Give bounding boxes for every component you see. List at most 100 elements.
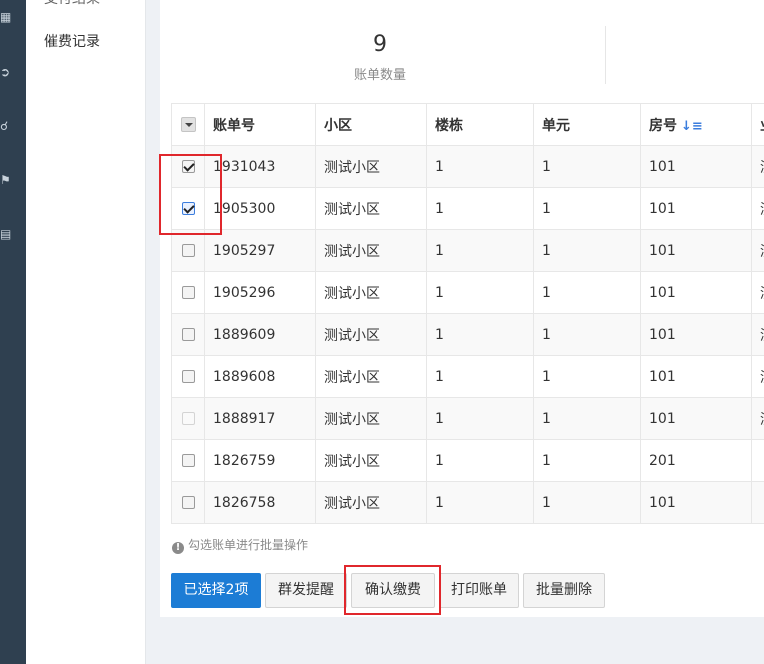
- cell-community: 测试小区: [315, 187, 427, 230]
- submenu: 支付结果 催费记录: [26, 0, 146, 664]
- submenu-item-reminder-records[interactable]: 催费记录: [44, 31, 100, 51]
- cell-bill-no: 1826758: [204, 481, 316, 524]
- selected-count-button[interactable]: 已选择2项: [171, 573, 261, 608]
- header-bill-no[interactable]: 账单号: [204, 103, 316, 146]
- table-row[interactable]: 1931043 测试小区 1 1 101 测: [171, 145, 764, 188]
- cell-community: 测试小区: [315, 313, 427, 356]
- grid-icon[interactable]: ▦: [0, 10, 14, 24]
- cell-building: 1: [426, 271, 534, 314]
- header-community[interactable]: 小区: [315, 103, 427, 146]
- header-more[interactable]: 业: [751, 103, 764, 146]
- cell-community: 测试小区: [315, 397, 427, 440]
- cell-community: 测试小区: [315, 481, 427, 524]
- table-row[interactable]: 1905297 测试小区 1 1 101 测: [171, 229, 764, 272]
- info-icon: !: [172, 542, 184, 554]
- cell-building: 1: [426, 229, 534, 272]
- cell-unit: 1: [533, 187, 641, 230]
- header-building[interactable]: 楼栋: [426, 103, 534, 146]
- row-checkbox-cell: [171, 481, 205, 524]
- cell-room: 101: [640, 187, 752, 230]
- cell-building: 1: [426, 313, 534, 356]
- row-checkbox-cell: [171, 187, 205, 230]
- icon-rail: ▦ ➲ ☌ ⚑ ▤: [0, 0, 26, 664]
- header-room[interactable]: 房号 ↓≡: [640, 103, 752, 146]
- cell-community: 测试小区: [315, 229, 427, 272]
- submenu-item-payment-result[interactable]: 支付结果: [44, 0, 100, 8]
- batch-hint: ! 勾选账单进行批量操作: [172, 536, 308, 554]
- select-all-cell: [171, 103, 205, 146]
- print-bill-button[interactable]: 打印账单: [439, 573, 519, 608]
- table-row[interactable]: 1888917 测试小区 1 1 101 测: [171, 397, 764, 440]
- cell-building: 1: [426, 397, 534, 440]
- table-header-row: 账单号 小区 楼栋 单元 房号 ↓≡ 业: [171, 103, 764, 146]
- cell-more: 测: [751, 397, 764, 440]
- cell-more: 测: [751, 313, 764, 356]
- cell-community: 测试小区: [315, 145, 427, 188]
- cell-unit: 1: [533, 145, 641, 188]
- cell-building: 1: [426, 145, 534, 188]
- cell-building: 1: [426, 187, 534, 230]
- cell-unit: 1: [533, 439, 641, 482]
- row-checkbox: [181, 412, 195, 425]
- cell-unit: 1: [533, 481, 641, 524]
- cell-room: 101: [640, 397, 752, 440]
- cell-bill-no: 1826759: [204, 439, 316, 482]
- cell-more: [751, 439, 764, 482]
- share-icon[interactable]: ☌: [0, 119, 14, 133]
- cell-unit: 1: [533, 355, 641, 398]
- row-checkbox-cell: [171, 229, 205, 272]
- table-row[interactable]: 1826759 测试小区 1 1 201: [171, 439, 764, 482]
- cell-more: 测: [751, 271, 764, 314]
- row-checkbox[interactable]: [181, 328, 195, 341]
- bill-table: 账单号 小区 楼栋 单元 房号 ↓≡ 业 1931043 测试小区 1 1 101…: [171, 103, 764, 524]
- cell-community: 测试小区: [315, 355, 427, 398]
- main-content: 9 账单数量 账单号 小区 楼栋 单元 房号 ↓≡ 业: [160, 0, 764, 617]
- table-row[interactable]: 1826758 测试小区 1 1 101: [171, 481, 764, 524]
- cell-community: 测试小区: [315, 271, 427, 314]
- row-checkbox-cell: [171, 145, 205, 188]
- bill-count-card: 9 账单数量: [160, 26, 606, 84]
- confirm-payment-button[interactable]: 确认缴费: [351, 573, 435, 608]
- table-row[interactable]: 1889608 测试小区 1 1 101 测: [171, 355, 764, 398]
- bank-icon[interactable]: ⚑: [0, 173, 14, 187]
- table-row[interactable]: 1905296 测试小区 1 1 101 测: [171, 271, 764, 314]
- row-checkbox-cell: [171, 439, 205, 482]
- cell-building: 1: [426, 439, 534, 482]
- row-checkbox-cell: [171, 355, 205, 398]
- cell-unit: 1: [533, 229, 641, 272]
- cell-unit: 1: [533, 271, 641, 314]
- cell-bill-no: 1905297: [204, 229, 316, 272]
- cell-room: 101: [640, 481, 752, 524]
- cell-unit: 1: [533, 313, 641, 356]
- cell-room: 101: [640, 229, 752, 272]
- sort-desc-icon[interactable]: ↓≡: [681, 119, 703, 134]
- cell-community: 测试小区: [315, 439, 427, 482]
- mass-remind-button[interactable]: 群发提醒: [265, 573, 347, 608]
- row-checkbox-cell: [171, 313, 205, 356]
- select-all-dropdown[interactable]: [180, 117, 196, 132]
- cell-room: 201: [640, 439, 752, 482]
- cell-bill-no: 1931043: [204, 145, 316, 188]
- header-unit[interactable]: 单元: [533, 103, 641, 146]
- cell-more: 测: [751, 145, 764, 188]
- table-row[interactable]: 1889609 测试小区 1 1 101 测: [171, 313, 764, 356]
- row-checkbox[interactable]: [181, 244, 195, 257]
- cell-room: 101: [640, 313, 752, 356]
- cell-building: 1: [426, 355, 534, 398]
- batch-delete-button[interactable]: 批量删除: [523, 573, 605, 608]
- row-checkbox[interactable]: [181, 202, 195, 215]
- bill-count-label: 账单数量: [353, 68, 406, 83]
- document-icon[interactable]: ▤: [0, 227, 14, 241]
- row-checkbox[interactable]: [181, 496, 195, 509]
- exit-icon[interactable]: ➲: [0, 65, 14, 79]
- row-checkbox-cell: [171, 397, 205, 440]
- batch-hint-text: 勾选账单进行批量操作: [188, 538, 309, 552]
- row-checkbox[interactable]: [181, 454, 195, 467]
- table-row[interactable]: 1905300 测试小区 1 1 101 测: [171, 187, 764, 230]
- row-checkbox[interactable]: [181, 160, 195, 173]
- cell-unit: 1: [533, 397, 641, 440]
- row-checkbox[interactable]: [181, 286, 195, 299]
- cell-more: 测: [751, 229, 764, 272]
- row-checkbox[interactable]: [181, 370, 195, 383]
- cell-bill-no: 1888917: [204, 397, 316, 440]
